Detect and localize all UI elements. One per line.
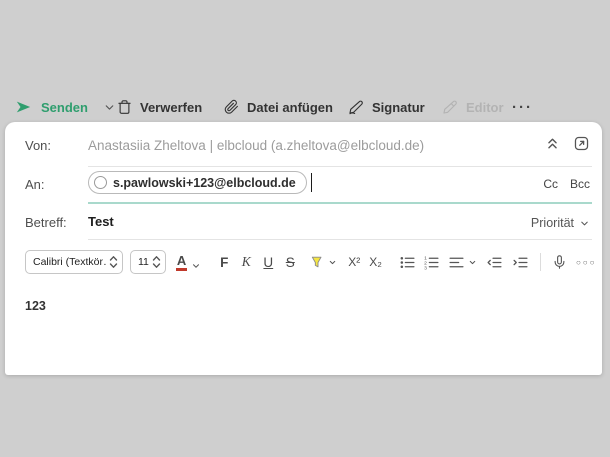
to-focus-underline	[88, 202, 592, 204]
attach-file-button[interactable]: Datei anfügen	[224, 90, 333, 124]
font-family-select[interactable]: Calibri (Textkör…	[25, 250, 123, 274]
font-size-value: 11	[138, 256, 149, 268]
subject-input[interactable]: Test	[88, 214, 114, 229]
align-left-icon	[448, 254, 465, 271]
compose-panel: Von: Anastasiia Zheltova | elbcloud (a.z…	[5, 122, 602, 375]
recipient-address: s.pawlowski+123@elbcloud.de	[113, 176, 296, 190]
from-label: Von:	[25, 138, 51, 153]
recipient-token[interactable]: s.pawlowski+123@elbcloud.de	[88, 171, 307, 194]
outdent-icon[interactable]	[486, 254, 503, 271]
from-underline	[88, 166, 592, 167]
discard-button[interactable]: Verwerfen	[117, 90, 202, 124]
svg-text:1: 1	[424, 255, 427, 261]
highlighter-button[interactable]	[309, 254, 337, 271]
send-options-chevron-icon[interactable]	[103, 101, 116, 114]
message-body-editor[interactable]: 123	[5, 280, 602, 375]
from-value[interactable]: Anastasiia Zheltova | elbcloud (a.zhelto…	[88, 138, 532, 153]
numbered-list-icon[interactable]: 123	[423, 254, 440, 271]
priority-chevron-icon	[579, 218, 590, 229]
font-family-stepper-icon	[109, 255, 118, 269]
signature-pen-icon	[348, 99, 364, 115]
send-button[interactable]: Senden	[14, 90, 116, 124]
strikethrough-button[interactable]: S	[279, 255, 301, 270]
underline-button[interactable]: U	[257, 255, 279, 270]
toolbar-more-label: ···	[512, 99, 533, 116]
attach-file-label: Datei anfügen	[247, 100, 333, 115]
bold-button[interactable]: F	[213, 255, 235, 270]
format-overflow-button[interactable]: ○○○	[576, 258, 597, 267]
signature-button[interactable]: Signatur	[348, 90, 425, 124]
priority-label: Priorität	[531, 216, 574, 230]
microphone-icon[interactable]	[552, 254, 567, 270]
text-align-button[interactable]	[448, 254, 477, 271]
toolbar-more-button[interactable]: ···	[512, 90, 533, 124]
highlighter-icon	[309, 254, 325, 271]
font-color-chevron-icon	[191, 261, 201, 271]
cc-button[interactable]: Cc	[543, 177, 558, 191]
message-body-text: 123	[25, 299, 46, 313]
subject-label: Betreff:	[25, 215, 67, 230]
svg-text:2: 2	[424, 260, 427, 266]
paperclip-icon	[224, 99, 239, 115]
open-in-window-icon[interactable]	[573, 135, 590, 152]
font-family-value: Calibri (Textkör…	[33, 256, 106, 268]
compose-action-toolbar: Senden Verwerfen Datei anfügen Signatur	[0, 90, 610, 124]
indent-icon[interactable]	[512, 254, 529, 271]
priority-button[interactable]: Priorität	[531, 216, 590, 230]
font-size-stepper-icon	[152, 255, 161, 269]
editor-pen-icon	[442, 99, 458, 115]
to-label: An:	[25, 177, 45, 192]
italic-button[interactable]: K	[235, 254, 257, 270]
toolbar-divider	[540, 253, 541, 271]
formatting-toolbar: Calibri (Textkör… 11 A F K U S	[25, 248, 596, 276]
editor-button[interactable]: Editor	[442, 90, 504, 124]
font-color-button[interactable]: A	[176, 254, 201, 271]
send-arrow-icon	[14, 99, 33, 115]
bcc-button[interactable]: Bcc	[570, 177, 590, 191]
text-cursor	[311, 173, 313, 192]
trash-icon	[117, 99, 132, 115]
font-size-select[interactable]: 11	[130, 250, 166, 274]
align-chevron-icon	[468, 258, 477, 267]
subscript-button[interactable]: X₂	[369, 255, 382, 269]
subject-underline	[88, 239, 592, 240]
send-label: Senden	[41, 100, 88, 115]
font-color-label: A	[176, 254, 187, 271]
collapse-chevrons-up-icon[interactable]	[544, 135, 561, 152]
signature-label: Signatur	[372, 100, 425, 115]
bullet-list-icon[interactable]	[399, 254, 416, 271]
editor-label: Editor	[466, 100, 504, 115]
superscript-button[interactable]: X²	[348, 255, 360, 269]
highlighter-chevron-icon	[328, 258, 337, 267]
svg-text:3: 3	[424, 265, 427, 270]
to-input-area[interactable]: s.pawlowski+123@elbcloud.de	[88, 171, 312, 194]
mail-compose-window: Senden Verwerfen Datei anfügen Signatur	[0, 0, 610, 457]
recipient-avatar-icon	[94, 176, 107, 189]
discard-label: Verwerfen	[140, 100, 202, 115]
